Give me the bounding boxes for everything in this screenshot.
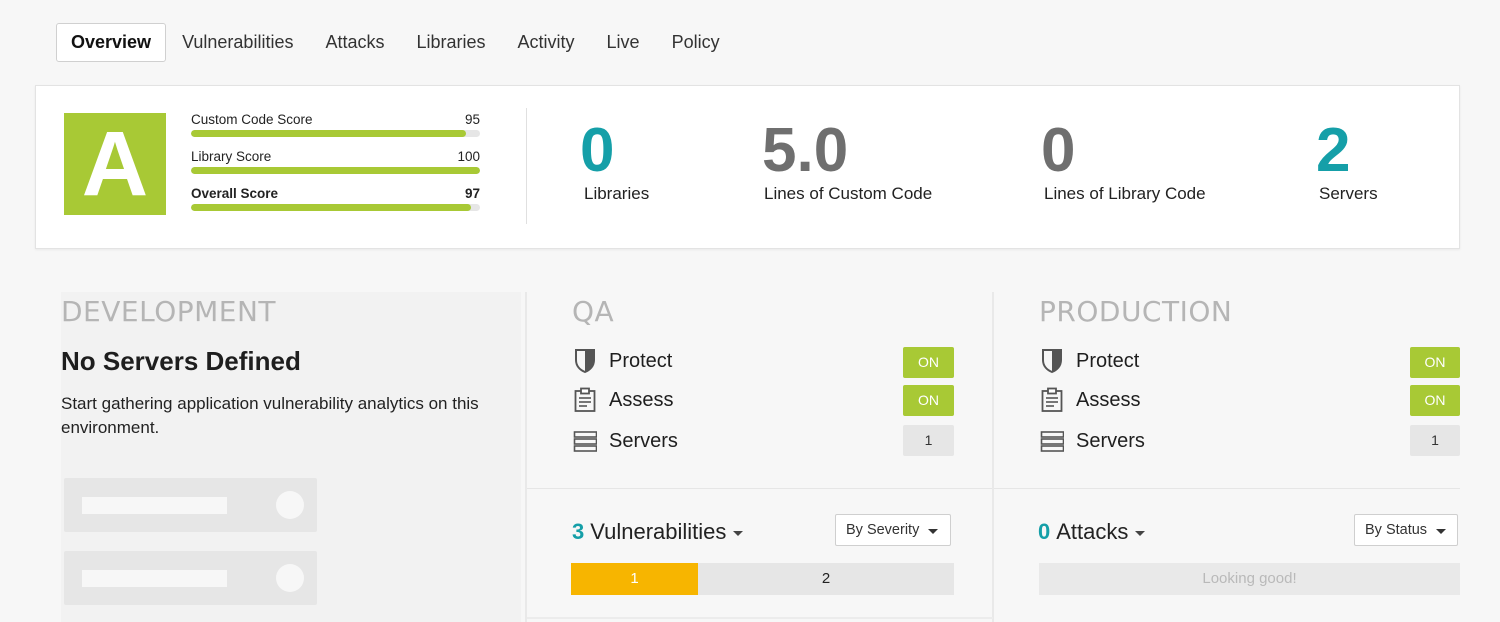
sort-by-severity-dropdown[interactable]: By Severity [835,514,951,546]
stat-value: 0 [1041,116,1076,185]
tab-live[interactable]: Live [591,23,656,62]
placeholder-dot [276,564,304,592]
qa-assess-toggle[interactable]: ON [903,385,954,416]
shield-icon [575,349,595,374]
qa-servers-count[interactable]: 1 [903,425,954,456]
production-title: PRODUCTION [1039,295,1233,328]
stat-label: Libraries [584,184,650,203]
production-protect-toggle[interactable]: ON [1410,347,1460,378]
servers-label: Servers [609,429,678,452]
attack-count: 0 [1038,519,1051,544]
stat-value: 0 [580,116,615,185]
tab-policy[interactable]: Policy [656,23,736,62]
no-servers-heading: No Servers Defined [61,346,301,376]
server-placeholder [64,551,317,605]
attacks-empty-state: Looking good! [1039,563,1460,595]
score-fill [191,167,480,174]
qa-protect-row: Protect [573,348,672,374]
qa-servers-row: Servers [573,428,678,454]
dropdown-label: By Severity [846,522,920,538]
clipboard-icon [574,387,596,412]
score-label: Custom Code Score [191,112,313,127]
protect-label: Protect [609,349,673,372]
score-value: 97 [464,186,480,201]
score-label: Library Score [191,149,272,164]
stat-value: 2 [1316,116,1351,185]
score-label: Overall Score [191,186,279,201]
score-value: 95 [464,112,480,127]
caret-down-icon [928,528,939,534]
tab-bar: Overview Vulnerabilities Attacks Librari… [56,23,736,62]
stat-library-code[interactable]: 0 Lines of Library Code [1041,120,1206,204]
divider [526,108,527,224]
overall-score: Overall Score 97 [191,186,480,211]
production-protect-row: Protect [1040,348,1139,374]
tab-activity[interactable]: Activity [502,23,591,62]
score-fill [191,130,466,137]
summary-card: A Custom Code Score 95 Library Score 100… [35,85,1460,249]
production-assess-row: Assess [1040,387,1140,413]
production-servers-count[interactable]: 1 [1410,425,1460,456]
shield-icon [1042,349,1062,374]
dropdown-label: By Status [1365,522,1428,538]
severity-high-segment[interactable]: 1 [571,563,698,595]
stat-value: 5.0 [762,116,849,185]
grade-badge: A [64,113,166,215]
stat-custom-code[interactable]: 5.0 Lines of Custom Code [762,120,932,204]
tab-overview[interactable]: Overview [56,23,167,62]
assess-label: Assess [609,388,674,411]
clipboard-icon [1041,387,1063,412]
qa-bottom-divider [527,617,993,619]
protect-label: Protect [1076,349,1140,372]
vulnerability-label: Vulnerabilities [590,519,727,544]
stat-libraries[interactable]: 0 Libraries [580,120,649,204]
stat-label: Lines of Library Code [1044,184,1206,203]
placeholder-dot [276,491,304,519]
servers-label: Servers [1076,429,1145,452]
severity-medium-segment[interactable]: 2 [698,563,954,595]
score-fill [191,204,472,211]
qa-vulnerabilities-dropdown[interactable]: 3 Vulnerabilities [572,519,744,545]
server-placeholder [64,478,317,532]
stat-label: Lines of Custom Code [764,184,933,203]
qa-protect-toggle[interactable]: ON [903,347,954,378]
production-divider [994,488,1460,489]
tab-libraries[interactable]: Libraries [401,23,502,62]
qa-divider [527,488,992,489]
qa-title: QA [572,295,615,328]
assess-label: Assess [1076,388,1141,411]
no-servers-text: Start gathering application vulnerabilit… [61,394,479,437]
vulnerability-count: 3 [572,519,585,544]
severity-bar: 1 2 [571,563,954,595]
attack-label: Attacks [1056,519,1129,544]
score-track [191,204,480,211]
placeholder-bar [82,570,227,587]
caret-down-icon [1135,531,1146,536]
placeholder-bar [82,497,227,514]
production-servers-row: Servers [1040,428,1145,454]
tab-vulnerabilities[interactable]: Vulnerabilities [166,23,309,62]
stat-label: Servers [1319,184,1378,203]
score-value: 100 [457,149,480,164]
caret-down-icon [733,531,744,536]
server-stack-icon [1040,431,1064,452]
column-divider [525,292,527,622]
sort-by-status-dropdown[interactable]: By Status [1354,514,1458,546]
tab-attacks[interactable]: Attacks [309,23,400,62]
stat-servers[interactable]: 2 Servers [1316,120,1378,204]
library-score: Library Score 100 [191,149,480,174]
server-stack-icon [573,431,597,452]
score-track [191,167,480,174]
production-assess-toggle[interactable]: ON [1410,385,1460,416]
column-divider [992,292,994,622]
score-track [191,130,480,137]
qa-assess-row: Assess [573,387,673,413]
caret-down-icon [1436,528,1447,534]
production-attacks-dropdown[interactable]: 0 Attacks [1038,519,1146,545]
custom-code-score: Custom Code Score 95 [191,112,480,137]
development-title: DEVELOPMENT [61,295,277,328]
